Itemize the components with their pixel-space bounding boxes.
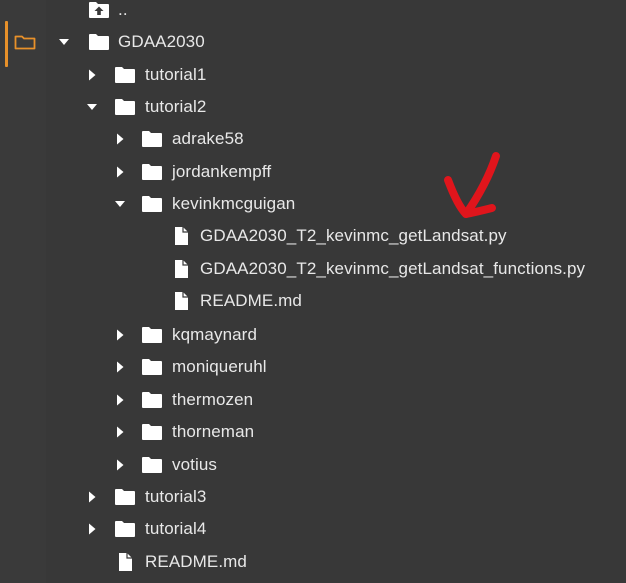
tree-item-label: GDAA2030_T2_kevinmc_getLandsat_functions… bbox=[200, 259, 586, 278]
tree-item-label: kevinkmcguigan bbox=[172, 194, 296, 213]
tree-item-tutorial4[interactable]: tutorial4 bbox=[0, 513, 626, 545]
tree-item-votius[interactable]: votius bbox=[0, 449, 626, 481]
chevron-right-icon[interactable] bbox=[114, 132, 126, 146]
tree-item-label: tutorial1 bbox=[145, 65, 207, 84]
tree-item-gdaa2030[interactable]: GDAA2030 bbox=[0, 26, 626, 58]
folder-icon bbox=[142, 424, 162, 440]
tree-item-label: moniqueruhl bbox=[172, 357, 267, 376]
tree-item-thorneman[interactable]: thorneman bbox=[0, 416, 626, 448]
tree-item-label: thorneman bbox=[172, 422, 255, 441]
folder-icon bbox=[142, 327, 162, 343]
tree-item-label: .. bbox=[118, 0, 128, 19]
tree-item-tutorial1[interactable]: tutorial1 bbox=[0, 59, 626, 91]
file-browser: .. GDAA2030 tutorial1 tutorial2 adrake58 jord… bbox=[0, 0, 626, 583]
folder-icon bbox=[115, 99, 135, 115]
chevron-right-icon[interactable] bbox=[86, 522, 98, 536]
tree-item-label: kqmaynard bbox=[172, 325, 257, 344]
tree-item-parent-dir[interactable]: .. bbox=[0, 0, 626, 26]
tree-item-thermozen[interactable]: thermozen bbox=[0, 384, 626, 416]
tree-item-label: jordankempff bbox=[172, 162, 272, 181]
folder-icon bbox=[115, 489, 135, 505]
tree-item-label: votius bbox=[172, 455, 218, 474]
tree-item-label: tutorial3 bbox=[145, 487, 207, 506]
folder-icon bbox=[142, 164, 162, 180]
chevron-right-icon[interactable] bbox=[114, 360, 126, 374]
chevron-right-icon[interactable] bbox=[114, 425, 126, 439]
chevron-right-icon[interactable] bbox=[86, 490, 98, 504]
file-icon bbox=[175, 227, 188, 245]
chevron-down-icon[interactable] bbox=[86, 100, 98, 114]
file-icon bbox=[119, 553, 132, 571]
folder-icon bbox=[142, 392, 162, 408]
chevron-down-icon[interactable] bbox=[114, 197, 126, 211]
folder-icon bbox=[115, 67, 135, 83]
chevron-right-icon[interactable] bbox=[114, 165, 126, 179]
tree-item-getlandsat-functions-py[interactable]: GDAA2030_T2_kevinmc_getLandsat_functions… bbox=[0, 253, 626, 285]
tree-item-moniqueruhl[interactable]: moniqueruhl bbox=[0, 351, 626, 383]
folder-icon bbox=[115, 521, 135, 537]
tree-item-label: thermozen bbox=[172, 390, 254, 409]
file-icon bbox=[175, 292, 188, 310]
tree-item-label: README.md bbox=[200, 291, 302, 310]
folder-icon bbox=[89, 34, 109, 50]
tree-item-kevinkmcguigan[interactable]: kevinkmcguigan bbox=[0, 188, 626, 220]
tree-item-tutorial2[interactable]: tutorial2 bbox=[0, 91, 626, 123]
tree-item-label: adrake58 bbox=[172, 129, 244, 148]
file-icon bbox=[175, 260, 188, 278]
tree-item-label: tutorial2 bbox=[145, 97, 207, 116]
folder-icon bbox=[142, 359, 162, 375]
chevron-right-icon[interactable] bbox=[114, 458, 126, 472]
tree-item-jordankempff[interactable]: jordankempff bbox=[0, 156, 626, 188]
tree-item-getlandsat-py[interactable]: GDAA2030_T2_kevinmc_getLandsat.py bbox=[0, 220, 626, 252]
chevron-right-icon[interactable] bbox=[114, 328, 126, 342]
red-arrow-annotation bbox=[444, 152, 500, 218]
chevron-right-icon[interactable] bbox=[114, 393, 126, 407]
tree-item-gdaa2030-readme[interactable]: README.md bbox=[0, 546, 626, 578]
tree-item-tutorial3[interactable]: tutorial3 bbox=[0, 481, 626, 513]
tree-item-adrake58[interactable]: adrake58 bbox=[0, 123, 626, 155]
tree-item-label: GDAA2030 bbox=[118, 32, 205, 51]
tree-item-label: tutorial4 bbox=[145, 519, 207, 538]
tree-item-kqmaynard[interactable]: kqmaynard bbox=[0, 319, 626, 351]
tree-item-label: README.md bbox=[145, 552, 247, 571]
tree-item-kevinkmcguigan-readme[interactable]: README.md bbox=[0, 285, 626, 317]
folder-up-icon bbox=[89, 2, 109, 18]
chevron-right-icon[interactable] bbox=[86, 68, 98, 82]
folder-icon bbox=[142, 196, 162, 212]
chevron-down-icon[interactable] bbox=[58, 35, 70, 49]
folder-icon bbox=[142, 457, 162, 473]
folder-icon bbox=[142, 131, 162, 147]
